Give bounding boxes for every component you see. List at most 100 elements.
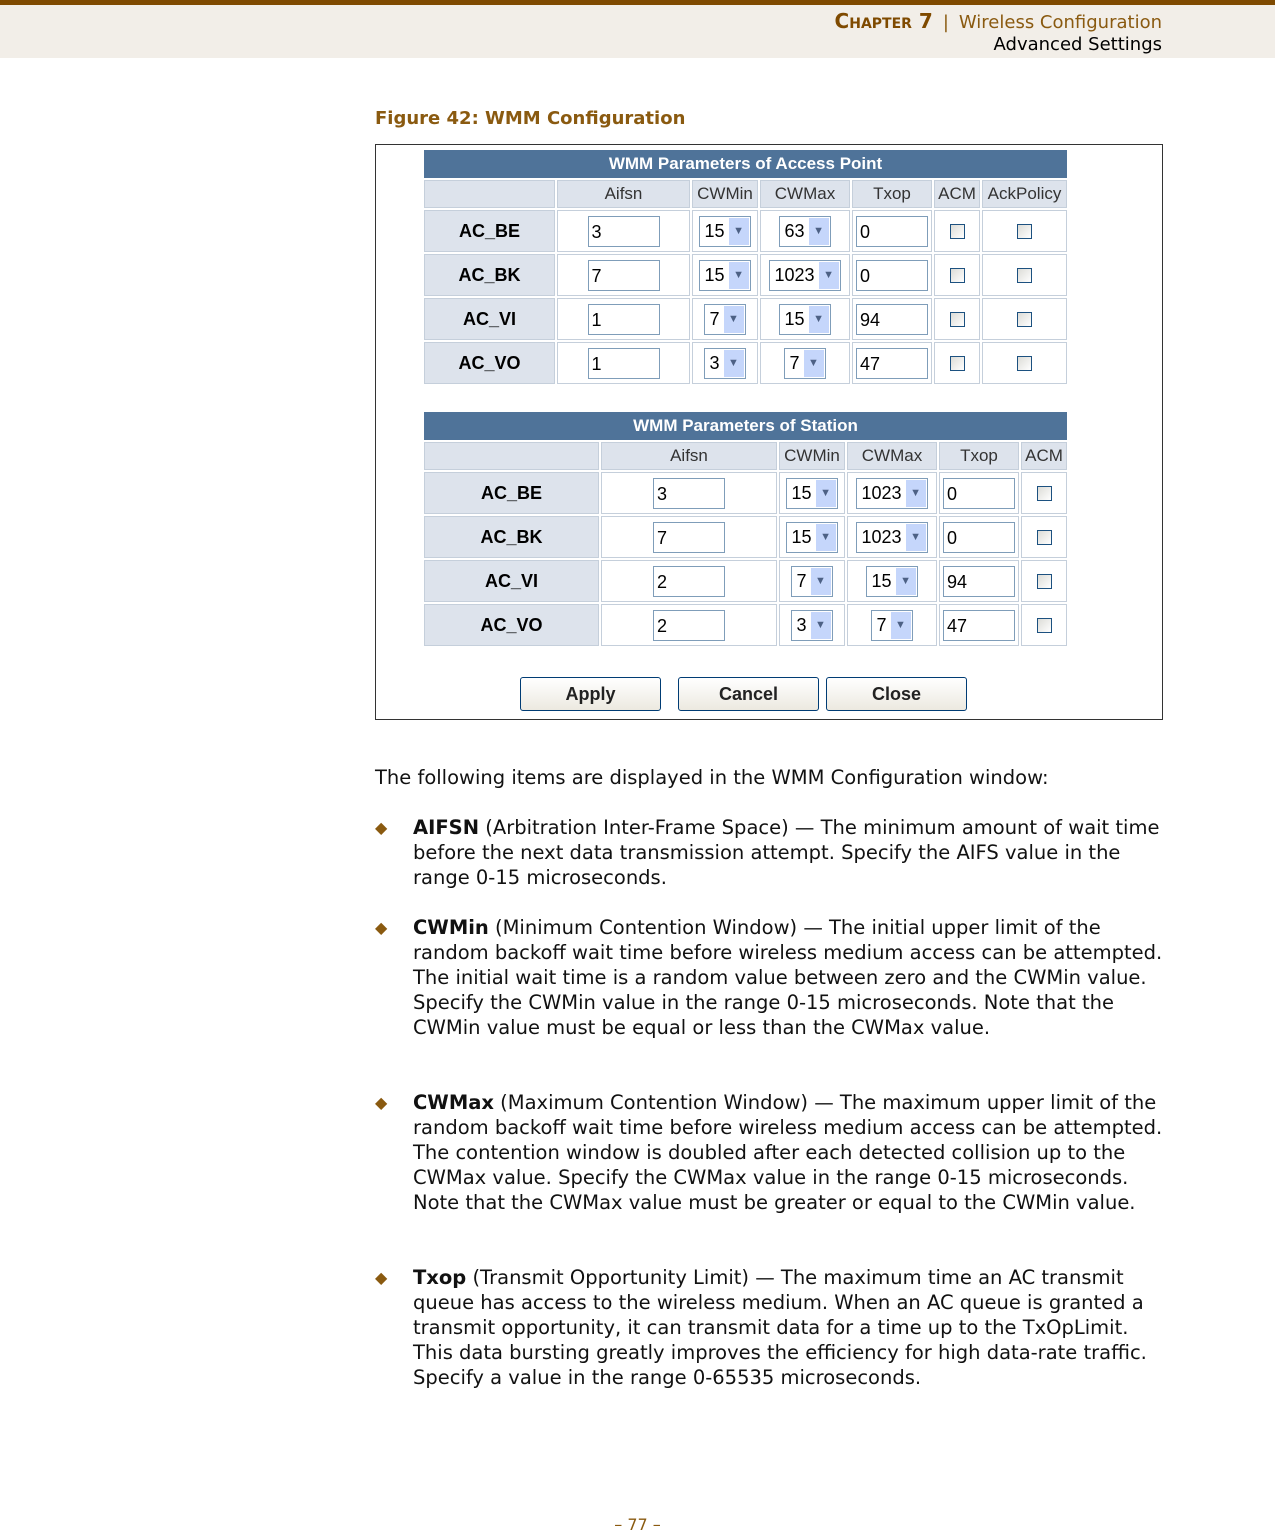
chevron-down-icon[interactable]: ▼: [728, 261, 749, 289]
cwmin-select[interactable]: 3 ▼: [704, 347, 746, 379]
txop-input[interactable]: 94: [943, 565, 1015, 597]
column-header: Txop: [939, 442, 1019, 470]
cwmax-select[interactable]: 7 ▼: [784, 347, 826, 379]
cwmin-select[interactable]: 15 ▼: [699, 215, 751, 247]
chevron-down-icon[interactable]: ▼: [890, 611, 911, 639]
cwmax-value: 63: [784, 220, 805, 241]
txop-input[interactable]: 47: [856, 347, 928, 379]
cwmax-cell: 7 ▼: [760, 342, 850, 384]
chevron-down-icon[interactable]: ▼: [803, 349, 824, 377]
table-row: AC_VO 1 3 ▼ 7 ▼ 47: [424, 342, 1068, 384]
txop-input[interactable]: 0: [943, 477, 1015, 509]
cwmin-cell: 7 ▼: [779, 560, 845, 602]
acm-checkbox[interactable]: [949, 356, 965, 372]
aifsn-cell: 2: [601, 560, 777, 602]
acm-checkbox[interactable]: [949, 312, 965, 328]
ack-policy-checkbox[interactable]: [1017, 356, 1033, 372]
txop-cell: 0: [939, 472, 1019, 514]
txop-input[interactable]: 0: [943, 521, 1015, 553]
chevron-down-icon[interactable]: ▼: [728, 217, 749, 245]
cwmax-select[interactable]: 7 ▼: [871, 609, 913, 641]
acm-checkbox[interactable]: [949, 224, 965, 240]
column-header: ACM: [1021, 442, 1068, 470]
cwmin-cell: 15 ▼: [692, 254, 758, 296]
txop-input[interactable]: 0: [856, 259, 928, 291]
chevron-down-icon[interactable]: ▼: [905, 479, 926, 507]
intro-text: The following items are displayed in the…: [375, 766, 1049, 789]
acm-checkbox[interactable]: [1036, 574, 1052, 590]
cwmax-select[interactable]: 1023 ▼: [769, 259, 841, 291]
bullet-term: Txop: [413, 1266, 467, 1289]
ack-policy-checkbox[interactable]: [1017, 224, 1033, 240]
diamond-bullet-icon: ◆: [375, 818, 388, 837]
chevron-down-icon[interactable]: ▼: [808, 217, 829, 245]
diamond-bullet-icon: ◆: [375, 1093, 388, 1112]
separator: |: [942, 12, 949, 33]
cwmin-select[interactable]: 15 ▼: [699, 259, 751, 291]
aifsn-input[interactable]: 7: [653, 521, 725, 553]
chevron-down-icon[interactable]: ▼: [810, 611, 831, 639]
column-header: CWMin: [692, 180, 758, 208]
cwmin-select[interactable]: 7 ▼: [704, 303, 746, 335]
chevron-down-icon[interactable]: ▼: [723, 349, 744, 377]
aifsn-input[interactable]: 2: [653, 565, 725, 597]
apply-button[interactable]: Apply: [520, 677, 661, 711]
cwmax-select[interactable]: 15 ▼: [779, 303, 831, 335]
cwmin-select[interactable]: 15 ▼: [786, 521, 838, 553]
column-header: [424, 180, 555, 208]
ack-policy-checkbox[interactable]: [1017, 312, 1033, 328]
cwmax-select[interactable]: 15 ▼: [866, 565, 918, 597]
chevron-down-icon[interactable]: ▼: [723, 305, 744, 333]
txop-input[interactable]: 47: [943, 609, 1015, 641]
cwmax-select[interactable]: 63 ▼: [779, 215, 831, 247]
chevron-down-icon[interactable]: ▼: [810, 567, 831, 595]
cwmax-cell: 15 ▼: [847, 560, 937, 602]
aifsn-cell: 7: [557, 254, 690, 296]
column-header: Aifsn: [601, 442, 777, 470]
cwmin-select[interactable]: 3 ▼: [791, 609, 833, 641]
row-label: AC_BK: [424, 254, 555, 296]
column-header: ACM: [934, 180, 980, 208]
aifsn-input[interactable]: 3: [587, 215, 660, 247]
cwmin-value: 3: [709, 352, 720, 373]
cwmin-cell: 3 ▼: [692, 342, 758, 384]
chevron-down-icon[interactable]: ▼: [815, 479, 836, 507]
cwmax-select[interactable]: 1023 ▼: [856, 521, 928, 553]
acm-checkbox[interactable]: [1036, 618, 1052, 634]
table-row: AC_VO 2 3 ▼ 7 ▼ 47: [424, 604, 1068, 646]
chevron-down-icon[interactable]: ▼: [808, 305, 829, 333]
cwmax-select[interactable]: 1023 ▼: [856, 477, 928, 509]
page-header: Chapter 7 | Wireless Configuration Advance…: [0, 0, 1275, 58]
bullet-text: (Maximum Contention Window) — The maximu…: [413, 1091, 1163, 1214]
cancel-button[interactable]: Cancel: [678, 677, 819, 711]
acm-cell: [1021, 560, 1068, 602]
txop-cell: 94: [852, 298, 932, 340]
aifsn-input[interactable]: 3: [653, 477, 725, 509]
cwmin-value: 15: [704, 220, 725, 241]
txop-input[interactable]: 94: [856, 303, 928, 335]
acm-checkbox[interactable]: [1036, 486, 1052, 502]
aifsn-input[interactable]: 1: [587, 303, 660, 335]
chevron-down-icon[interactable]: ▼: [818, 261, 839, 289]
cwmax-value: 15: [784, 308, 805, 329]
chevron-down-icon[interactable]: ▼: [905, 523, 926, 551]
txop-input[interactable]: 0: [856, 215, 928, 247]
acm-checkbox[interactable]: [949, 268, 965, 284]
acm-checkbox[interactable]: [1036, 530, 1052, 546]
aifsn-input[interactable]: 2: [653, 609, 725, 641]
ack-policy-checkbox[interactable]: [1017, 268, 1033, 284]
chevron-down-icon[interactable]: ▼: [815, 523, 836, 551]
bullet-body: CWMin (Minimum Contention Window) — The …: [413, 915, 1165, 1040]
ack-policy-cell: [982, 298, 1068, 340]
aifsn-input[interactable]: 7: [587, 259, 660, 291]
acm-cell: [934, 298, 980, 340]
chevron-down-icon[interactable]: ▼: [895, 567, 916, 595]
close-button[interactable]: Close: [826, 677, 967, 711]
diamond-bullet-icon: ◆: [375, 1268, 388, 1287]
cwmin-select[interactable]: 7 ▼: [791, 565, 833, 597]
cwmin-select[interactable]: 15 ▼: [786, 477, 838, 509]
bullet-text: (Minimum Contention Window) — The initia…: [413, 916, 1163, 1039]
table-title: WMM Parameters of Access Point: [424, 150, 1068, 178]
aifsn-input[interactable]: 1: [587, 347, 660, 379]
column-header: Txop: [852, 180, 932, 208]
